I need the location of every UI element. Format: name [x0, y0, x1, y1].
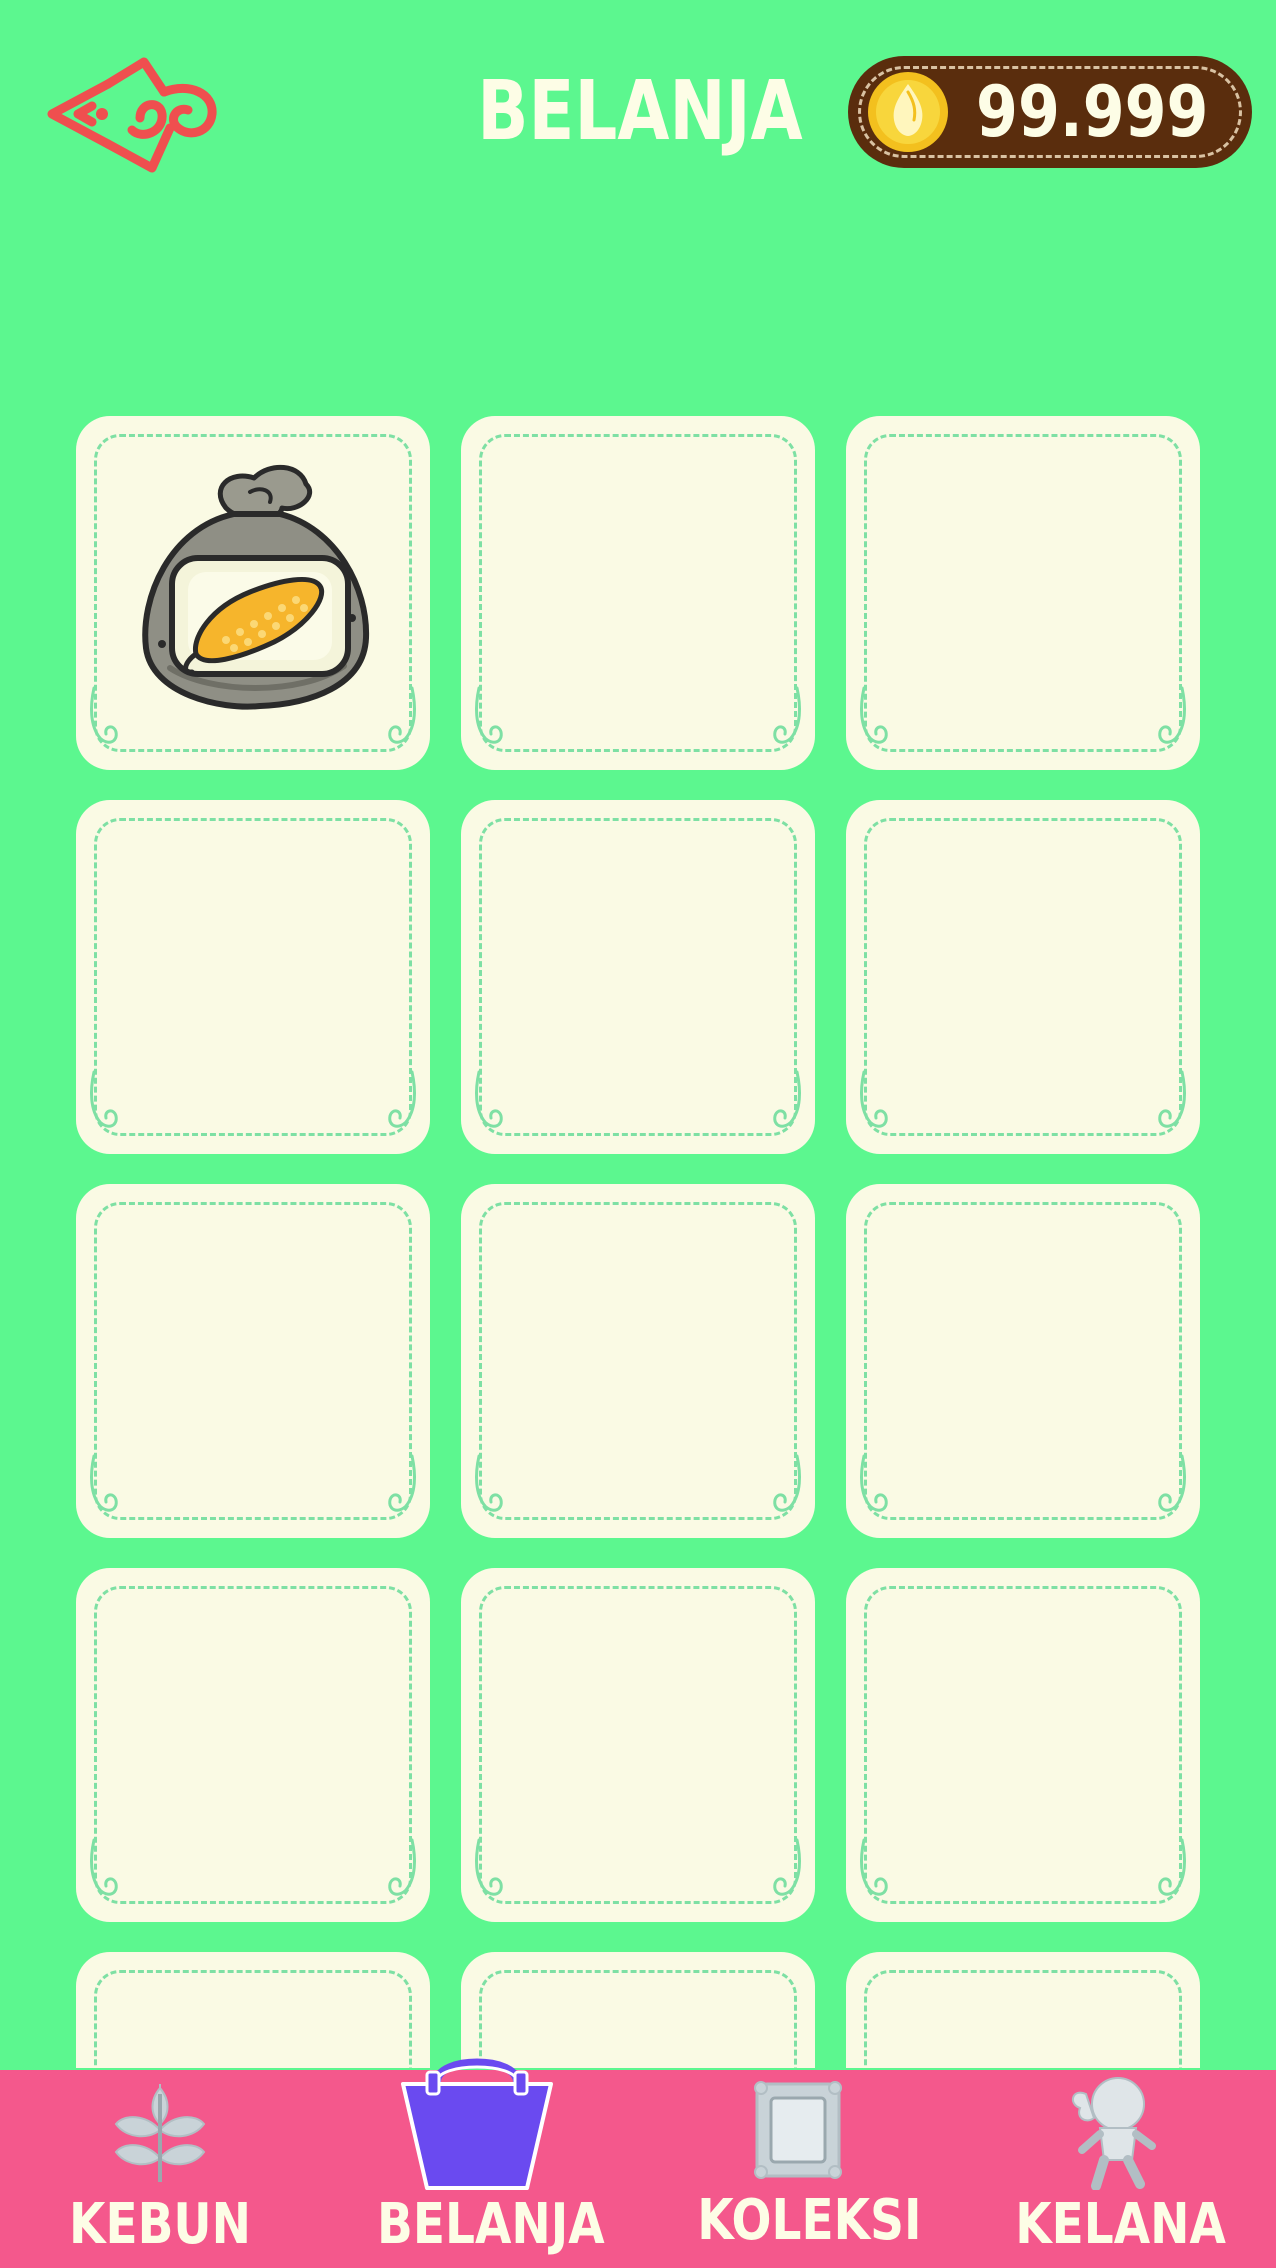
shop-slot[interactable] [461, 1568, 815, 1922]
shop-slot[interactable] [846, 800, 1200, 1154]
nav-label: KEBUN [68, 2192, 251, 2257]
slot-dashed-border [94, 818, 412, 1136]
nav-label: BELANJA [377, 2192, 605, 2257]
corn-seed-bag-icon [130, 448, 380, 718]
slot-dashed-border [864, 1586, 1182, 1904]
shop-slot[interactable] [846, 1952, 1200, 2068]
swirl-ornament [769, 1070, 805, 1136]
picture-frame-icon [753, 2080, 843, 2180]
swirl-ornament [86, 1838, 122, 1904]
slot-dashed-border [479, 818, 797, 1136]
ornate-back-arrow-icon [47, 57, 217, 173]
shop-grid [76, 416, 1200, 2068]
coin-counter: 99.999 [848, 56, 1252, 168]
slot-dashed-border [479, 1202, 797, 1520]
slot-dashed-border [864, 1970, 1182, 2068]
swirl-ornament [384, 686, 420, 752]
back-button[interactable] [44, 48, 222, 178]
swirl-ornament [856, 1070, 892, 1136]
shop-slot[interactable] [76, 1184, 430, 1538]
shop-slot[interactable] [846, 1568, 1200, 1922]
swirl-ornament [856, 1454, 892, 1520]
nav-label: KELANA [1015, 2192, 1226, 2257]
shop-slot[interactable] [76, 1568, 430, 1922]
bottom-nav: KEBUN BELANJA KOLEKSI KELANA [0, 2058, 1276, 2268]
swirl-ornament [384, 1070, 420, 1136]
swirl-ornament [769, 1838, 805, 1904]
swirl-ornament [1154, 686, 1190, 752]
shop-slot[interactable] [846, 416, 1200, 770]
nav-item-belanja[interactable]: BELANJA [358, 2058, 605, 2268]
slot-dashed-border [479, 1586, 797, 1904]
nav-item-kelana[interactable]: KELANA [996, 2070, 1236, 2268]
swirl-ornament [1154, 1838, 1190, 1904]
gold-coin-icon [866, 70, 950, 154]
swirl-ornament [471, 1454, 507, 1520]
slot-dashed-border [864, 434, 1182, 752]
slot-dashed-border [94, 1586, 412, 1904]
swirl-ornament [1154, 1454, 1190, 1520]
shop-slot[interactable] [461, 416, 815, 770]
shop-slot[interactable] [461, 800, 815, 1154]
swirl-ornament [769, 1454, 805, 1520]
swirl-ornament [769, 686, 805, 752]
shop-slot[interactable] [461, 1184, 815, 1538]
slot-dashed-border [94, 1970, 412, 2068]
swirl-ornament [1154, 1070, 1190, 1136]
nav-item-kebun[interactable]: KEBUN [40, 2070, 280, 2268]
nav-label: KOLEKSI [697, 2188, 922, 2253]
explorer-girl-icon [1066, 2074, 1166, 2190]
swirl-ornament [856, 1838, 892, 1904]
nav-item-koleksi[interactable]: KOLEKSI [678, 2070, 922, 2268]
swirl-ornament [384, 1454, 420, 1520]
shop-slot-corn-seed[interactable] [76, 416, 430, 770]
shopping-basket-icon [397, 2042, 557, 2192]
swirl-ornament [384, 1838, 420, 1904]
sprout-icon [110, 2074, 210, 2184]
swirl-ornament [86, 686, 122, 752]
slot-dashed-border [864, 818, 1182, 1136]
slot-dashed-border [864, 1202, 1182, 1520]
coin-balance: 99.999 [976, 71, 1209, 153]
swirl-ornament [471, 686, 507, 752]
swirl-ornament [86, 1070, 122, 1136]
swirl-ornament [471, 1838, 507, 1904]
swirl-ornament [856, 686, 892, 752]
swirl-ornament [471, 1070, 507, 1136]
swirl-ornament [86, 1454, 122, 1520]
slot-dashed-border [94, 1202, 412, 1520]
shop-slot[interactable] [76, 1952, 430, 2068]
shop-slot[interactable] [846, 1184, 1200, 1538]
page-title: BELANJA [477, 64, 803, 159]
shop-slot[interactable] [76, 800, 430, 1154]
slot-dashed-border [479, 434, 797, 752]
